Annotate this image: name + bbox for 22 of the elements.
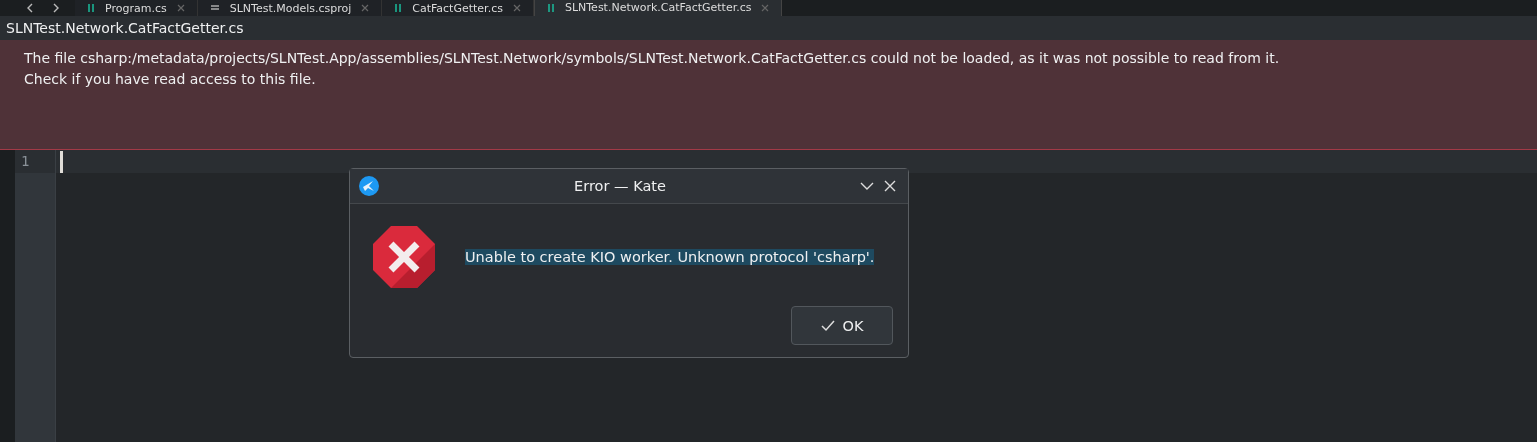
- editor-tab[interactable]: SLNTest.Network.CatFactGetter.cs: [533, 0, 783, 17]
- app-icon: [358, 175, 380, 197]
- code-file-icon: [546, 2, 555, 13]
- code-file-icon: [394, 3, 403, 13]
- editor-tab[interactable]: Program.cs: [75, 0, 198, 16]
- back-icon[interactable]: [26, 3, 34, 13]
- code-file-icon: [87, 3, 95, 13]
- check-icon: [820, 319, 835, 332]
- document-icon: [209, 3, 220, 13]
- file-title: SLNTest.Network.CatFactGetter.cs: [0, 16, 1537, 40]
- line-number: 1: [15, 150, 55, 173]
- editor-tab[interactable]: SLNTest.Models.csproj: [197, 0, 383, 16]
- dialog-title: Error — Kate: [573, 178, 667, 194]
- error-message: The file csharp:/metadata/projects/SLNTest.App/assemblies/SLNTest.Network/symbols/SLNTest.Network.CatFactGetter.cs could not be loaded, as it was not possible to read from it.: [24, 49, 1281, 68]
- minimize-icon[interactable]: [860, 181, 874, 191]
- ok-button[interactable]: OK: [791, 306, 893, 345]
- forward-icon[interactable]: [52, 3, 60, 13]
- editor-tab[interactable]: CatFactGetter.cs: [382, 0, 534, 16]
- error-message: Check if you have read access to this file.: [24, 70, 317, 89]
- text-cursor: [60, 150, 63, 173]
- dialog-message: Unable to create KIO worker. Unknown protocol 'csharp'.: [465, 249, 875, 265]
- error-icon: [373, 226, 435, 288]
